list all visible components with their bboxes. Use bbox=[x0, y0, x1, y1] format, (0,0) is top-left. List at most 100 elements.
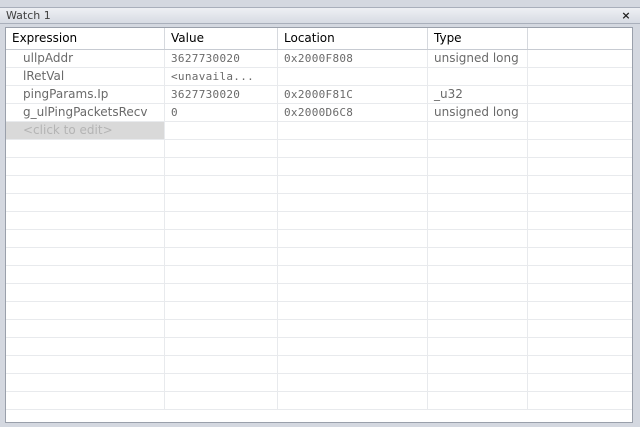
empty-cell bbox=[278, 158, 428, 175]
empty-cell bbox=[6, 248, 165, 265]
empty-cell bbox=[278, 266, 428, 283]
empty-cell bbox=[528, 212, 632, 229]
column-header-type[interactable]: Type bbox=[428, 28, 528, 49]
table-row[interactable]: g_ulPingPacketsRecv 0 0x2000D6C8 unsigne… bbox=[6, 104, 632, 122]
empty-cell bbox=[278, 194, 428, 211]
empty-cell bbox=[278, 140, 428, 157]
watch-rows: ullpAddr 3627730020 0x2000F808 unsigned … bbox=[6, 50, 632, 410]
empty-cell bbox=[528, 338, 632, 355]
empty-cell bbox=[528, 122, 632, 139]
filler-cell bbox=[528, 86, 632, 103]
empty-cell bbox=[6, 284, 165, 301]
empty-cell bbox=[6, 320, 165, 337]
column-header-filler bbox=[528, 28, 632, 49]
location-cell: 0x2000F808 bbox=[278, 50, 428, 67]
empty-cell bbox=[428, 212, 528, 229]
filler-cell bbox=[528, 68, 632, 85]
add-watch-row[interactable]: <click to edit> bbox=[6, 122, 632, 140]
location-cell: 0x2000F81C bbox=[278, 86, 428, 103]
empty-cell bbox=[278, 284, 428, 301]
empty-cell bbox=[165, 212, 278, 229]
empty-cell bbox=[528, 230, 632, 247]
empty-cell bbox=[6, 140, 165, 157]
filler-cell bbox=[528, 50, 632, 67]
value-cell[interactable]: <unavaila... bbox=[165, 68, 278, 85]
column-header-expression[interactable]: Expression bbox=[6, 28, 165, 49]
empty-grid-row bbox=[6, 356, 632, 374]
expression-cell[interactable]: g_ulPingPacketsRecv bbox=[6, 104, 165, 121]
empty-grid-row bbox=[6, 302, 632, 320]
empty-cell bbox=[528, 356, 632, 373]
watch-grid: Expression Value Location Type ullpAddr … bbox=[5, 27, 633, 423]
empty-cell bbox=[428, 248, 528, 265]
empty-cell bbox=[165, 248, 278, 265]
empty-cell bbox=[528, 284, 632, 301]
expression-cell[interactable]: lRetVal bbox=[6, 68, 165, 85]
value-cell[interactable]: 0 bbox=[165, 104, 278, 121]
empty-cell bbox=[278, 356, 428, 373]
empty-cell bbox=[165, 122, 278, 139]
value-cell[interactable]: 3627730020 bbox=[165, 86, 278, 103]
empty-cell bbox=[6, 194, 165, 211]
empty-cell bbox=[165, 194, 278, 211]
empty-grid-row bbox=[6, 338, 632, 356]
empty-cell bbox=[6, 212, 165, 229]
empty-cell bbox=[428, 356, 528, 373]
column-header-value[interactable]: Value bbox=[165, 28, 278, 49]
location-cell: 0x2000D6C8 bbox=[278, 104, 428, 121]
empty-cell bbox=[165, 356, 278, 373]
empty-cell bbox=[165, 140, 278, 157]
column-header-row: Expression Value Location Type bbox=[6, 28, 632, 50]
empty-cell bbox=[428, 338, 528, 355]
empty-cell bbox=[428, 194, 528, 211]
empty-cell bbox=[278, 320, 428, 337]
empty-cell bbox=[165, 302, 278, 319]
empty-grid-row bbox=[6, 176, 632, 194]
empty-grid-row bbox=[6, 158, 632, 176]
title-bar[interactable]: Watch 1 × bbox=[0, 7, 640, 24]
type-cell: unsigned long bbox=[428, 50, 528, 67]
empty-cell bbox=[428, 140, 528, 157]
empty-cell bbox=[528, 302, 632, 319]
column-header-location[interactable]: Location bbox=[278, 28, 428, 49]
empty-cell bbox=[528, 392, 632, 409]
empty-cell bbox=[6, 338, 165, 355]
type-cell: _u32 bbox=[428, 86, 528, 103]
empty-cell bbox=[6, 266, 165, 283]
empty-cell bbox=[165, 374, 278, 391]
type-cell: unsigned long bbox=[428, 104, 528, 121]
empty-grid-row bbox=[6, 374, 632, 392]
table-row[interactable]: ullpAddr 3627730020 0x2000F808 unsigned … bbox=[6, 50, 632, 68]
empty-cell bbox=[6, 392, 165, 409]
empty-cell bbox=[428, 302, 528, 319]
table-row[interactable]: lRetVal <unavaila... bbox=[6, 68, 632, 86]
empty-cell bbox=[428, 320, 528, 337]
empty-grid-row bbox=[6, 248, 632, 266]
empty-grid-row bbox=[6, 266, 632, 284]
empty-cell bbox=[528, 194, 632, 211]
empty-cell bbox=[165, 176, 278, 193]
empty-grid-row bbox=[6, 212, 632, 230]
empty-cell bbox=[6, 302, 165, 319]
value-cell[interactable]: 3627730020 bbox=[165, 50, 278, 67]
click-to-edit-cell[interactable]: <click to edit> bbox=[6, 122, 165, 139]
empty-cell bbox=[528, 140, 632, 157]
table-row[interactable]: pingParams.Ip 3627730020 0x2000F81C _u32 bbox=[6, 86, 632, 104]
empty-cell bbox=[528, 248, 632, 265]
empty-cell bbox=[428, 374, 528, 391]
empty-cell bbox=[278, 212, 428, 229]
location-cell bbox=[278, 68, 428, 85]
empty-cell bbox=[6, 374, 165, 391]
expression-cell[interactable]: ullpAddr bbox=[6, 50, 165, 67]
empty-grid-row bbox=[6, 392, 632, 410]
close-icon[interactable]: × bbox=[620, 9, 632, 22]
empty-cell bbox=[278, 122, 428, 139]
empty-cell bbox=[278, 374, 428, 391]
empty-grid-row bbox=[6, 140, 632, 158]
empty-cell bbox=[6, 176, 165, 193]
expression-cell[interactable]: pingParams.Ip bbox=[6, 86, 165, 103]
empty-cell bbox=[165, 230, 278, 247]
empty-cell bbox=[428, 392, 528, 409]
filler-cell bbox=[528, 104, 632, 121]
window-title: Watch 1 bbox=[6, 9, 51, 22]
